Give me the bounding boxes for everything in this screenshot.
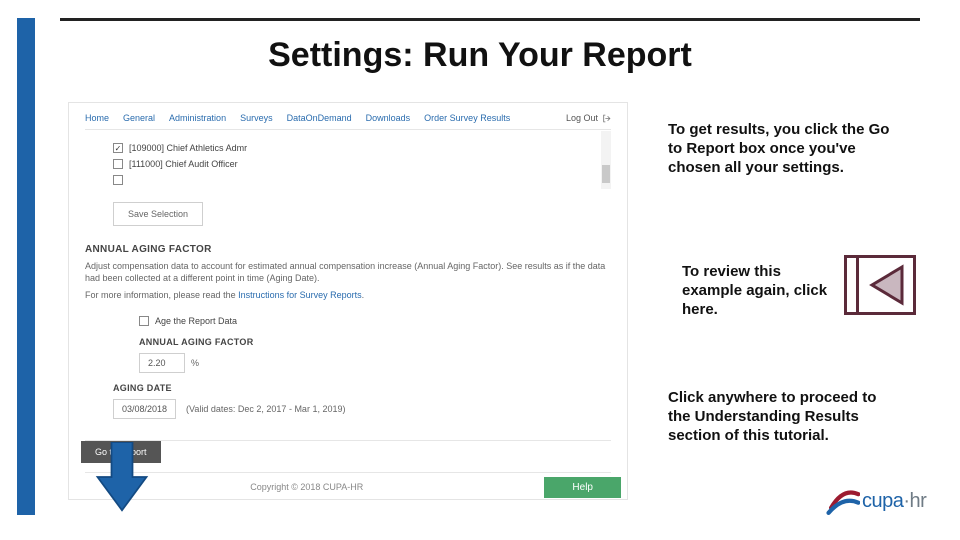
callout-review-example: To review this example again, click here… [682,262,832,320]
slide[interactable]: Settings: Run Your Report Home General A… [0,0,960,540]
label: Age the Report Data [155,316,237,326]
nav-item[interactable]: Administration [169,113,226,123]
page-title: Settings: Run Your Report [0,36,960,75]
aging-date-subhead: AGING DATE [113,383,611,393]
save-selection-button[interactable]: Save Selection [113,202,203,226]
back-button[interactable] [844,255,916,315]
logout-link[interactable]: Log Out [566,113,611,123]
callout-go-to-report: To get results, you click the Go to Repo… [668,120,900,178]
label: Log Out [566,113,598,123]
percent-label: % [191,358,199,368]
aging-more-info: For more information, please read the In… [85,289,611,301]
checkbox-icon[interactable] [113,175,123,185]
list-item-label: [111000] Chief Audit Officer [129,159,238,169]
logo-swoosh-icon [826,484,860,518]
list-item[interactable]: [111000] Chief Audit Officer [85,156,611,172]
divider [85,472,611,473]
arrow-down-icon [92,442,152,512]
aging-factor-heading: ANNUAL AGING FACTOR [85,244,611,255]
factor-subhead: ANNUAL AGING FACTOR [139,337,611,347]
aging-factor-description: Adjust compensation data to account for … [85,260,611,284]
nav-item[interactable]: General [123,113,155,123]
aging-factor-input[interactable]: 2.20 [139,353,185,373]
screenshot-panel: Home General Administration Surveys Data… [68,102,628,500]
list-item-label: [109000] Chief Athletics Admr [129,143,247,153]
nav-item[interactable]: Home [85,113,109,123]
nav-item[interactable]: Downloads [366,113,411,123]
callout-proceed: Click anywhere to proceed to the Underst… [668,388,900,446]
help-button[interactable]: Help [544,477,621,498]
valid-dates-hint: (Valid dates: Dec 2, 2017 - Mar 1, 2019) [186,404,345,414]
list-item[interactable] [85,172,611,188]
top-rule [60,18,920,21]
divider [85,440,611,441]
aging-date-input[interactable]: 03/08/2018 [113,399,176,419]
left-accent-bar [17,18,35,515]
list-scrollbar[interactable] [601,131,611,189]
checkbox-icon[interactable] [139,316,149,326]
checkbox-icon[interactable] [113,159,123,169]
triangle-left-icon [864,263,908,307]
cupa-hr-logo: cupa·hr [826,480,936,522]
nav-item[interactable]: Order Survey Results [424,113,510,123]
age-report-row[interactable]: Age the Report Data [85,313,611,329]
checkbox-icon[interactable] [113,143,123,153]
list-item[interactable]: [109000] Chief Athletics Admr [85,140,611,156]
screenshot-footer: Copyright © 2018 CUPA-HR Help [69,475,627,499]
back-bar-icon [847,258,859,312]
logout-icon [602,114,611,123]
nav-item[interactable]: DataOnDemand [287,113,352,123]
instructions-link[interactable]: Instructions for Survey Reports [238,290,362,300]
position-list: [109000] Chief Athletics Admr [111000] C… [85,140,611,188]
app-nav: Home General Administration Surveys Data… [85,109,611,130]
nav-item[interactable]: Surveys [240,113,273,123]
